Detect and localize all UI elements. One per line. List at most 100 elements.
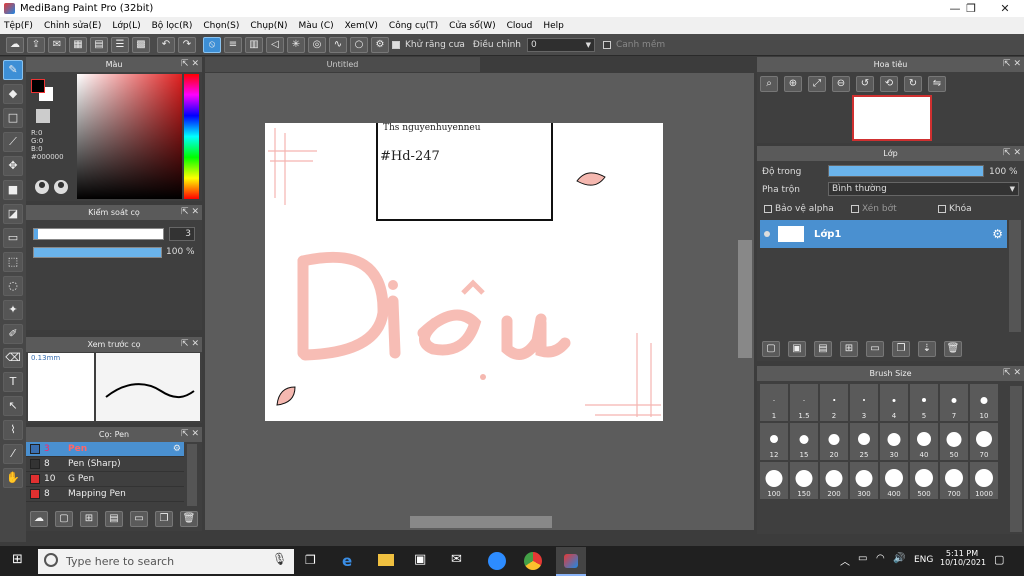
brush-size-option[interactable]: 5 — [910, 384, 938, 421]
brush-size-option[interactable]: 100 — [760, 462, 788, 499]
brush-size-option[interactable]: 12 — [760, 423, 788, 460]
panel-close-icon[interactable]: ⇱ ✕ — [181, 427, 199, 442]
add-layer-menu-icon[interactable]: ⊞ — [840, 341, 858, 357]
protect-alpha-checkbox[interactable] — [764, 205, 772, 213]
windows-start-icon[interactable]: ⊞ — [12, 553, 26, 567]
language-indicator[interactable]: ENG — [914, 555, 933, 565]
mail-icon[interactable]: ✉ — [451, 552, 462, 567]
clipping-checkbox[interactable] — [851, 205, 859, 213]
brush-item-pen-sharp[interactable]: 8 Pen (Sharp) — [26, 457, 184, 472]
trash-icon[interactable]: 🗑 — [180, 511, 198, 527]
redo-icon[interactable]: ↷ — [178, 36, 196, 53]
snap-off-icon[interactable]: ⦸ — [203, 36, 221, 53]
brush-settings-icon[interactable]: ▤ — [105, 511, 123, 527]
brush-size-option[interactable]: 1.5 — [790, 384, 818, 421]
notification-icon[interactable]: ▢ — [994, 553, 1004, 566]
magic-wand-icon[interactable]: ✦ — [3, 300, 23, 320]
comment-icon[interactable]: ✉ — [48, 36, 66, 53]
panel-close-icon[interactable]: ⇱ ✕ — [1003, 57, 1021, 72]
menu-file[interactable]: Tệp(F) — [4, 21, 33, 31]
swatch-icon[interactable]: ● — [54, 180, 68, 194]
document-icon[interactable]: ▤ — [90, 36, 108, 53]
brush-size-option[interactable]: 1000 — [970, 462, 998, 499]
volume-icon[interactable]: 🔊 — [893, 553, 905, 564]
vanish-snap-icon[interactable]: ◁ — [266, 36, 284, 53]
document-tab[interactable]: Untitled — [205, 57, 480, 72]
brush-size-option[interactable]: 20 — [820, 423, 848, 460]
brush-item-g-pen[interactable]: 10 G Pen — [26, 472, 184, 487]
grid-panel-icon[interactable]: ▦ — [69, 36, 87, 53]
menu-color[interactable]: Màu (C) — [299, 21, 334, 31]
brush-size-option[interactable]: 150 — [790, 462, 818, 499]
brush-size-option[interactable]: 400 — [880, 462, 908, 499]
task-view-icon[interactable]: ❐ — [305, 553, 316, 567]
fit-icon[interactable]: ⤢ — [808, 76, 826, 92]
microphone-icon[interactable]: 🎙 — [272, 552, 287, 566]
layer-visibility-icon[interactable] — [764, 231, 770, 237]
undo-icon[interactable]: ↶ — [157, 36, 175, 53]
duplicate-icon[interactable]: ❐ — [155, 511, 173, 527]
brush-size-option[interactable]: 40 — [910, 423, 938, 460]
brush-item-pen[interactable]: 3 Pen ⚙ — [26, 442, 184, 457]
chrome-icon[interactable] — [524, 552, 542, 570]
folder-icon[interactable]: ▭ — [130, 511, 148, 527]
brush-size-scrollbar[interactable] — [1010, 386, 1022, 532]
tray-chevron-icon[interactable]: ︿ — [840, 553, 850, 568]
dot-tool-icon[interactable]: □ — [3, 108, 23, 128]
horizontal-scrollbar[interactable] — [410, 516, 552, 528]
brush-opacity-slider[interactable] — [33, 247, 162, 258]
panel-close-icon[interactable]: ⇱ ✕ — [181, 205, 199, 220]
select-pen-icon[interactable]: ✐ — [3, 324, 23, 344]
snap-settings-icon[interactable]: ⚙ — [371, 36, 389, 53]
gradient-tool-icon[interactable]: ▭ — [3, 228, 23, 248]
color-picker-field[interactable] — [77, 74, 182, 199]
clipping-option[interactable]: Xén bớt — [851, 204, 897, 214]
snap-soft-checkbox[interactable] — [602, 40, 611, 49]
operation-tool-icon[interactable]: ↖ — [3, 396, 23, 416]
panel-close-icon[interactable]: ⇱ ✕ — [181, 57, 199, 72]
menu-capture[interactable]: Chụp(N) — [250, 21, 287, 31]
zoom-out-icon[interactable]: ⊖ — [832, 76, 850, 92]
brush-size-option[interactable]: 4 — [880, 384, 908, 421]
drawing-paper[interactable]: Ths nguyenhuyenneu #Hd-247 — [265, 123, 663, 421]
concentric-snap-icon[interactable]: ◎ — [308, 36, 326, 53]
menu-cloud[interactable]: Cloud — [507, 21, 533, 31]
brush-size-option[interactable]: 700 — [940, 462, 968, 499]
rotate-reset-icon[interactable]: ⟲ — [880, 76, 898, 92]
layer-opacity-slider[interactable] — [828, 165, 984, 177]
menu-view[interactable]: Xem(V) — [345, 21, 378, 31]
cross-snap-icon[interactable]: ▥ — [245, 36, 263, 53]
zoom-icon[interactable]: ⌕ — [760, 76, 778, 92]
parallel-snap-icon[interactable]: ≡ — [224, 36, 242, 53]
circle-snap-icon[interactable]: ○ — [350, 36, 368, 53]
brush-size-option[interactable]: 10 — [970, 384, 998, 421]
brush-list-scrollbar[interactable] — [187, 444, 197, 506]
list-icon[interactable]: ☰ — [111, 36, 129, 53]
brush-size-option[interactable]: 50 — [940, 423, 968, 460]
transparent-swatch[interactable] — [36, 109, 50, 123]
brush-size-option[interactable]: 300 — [850, 462, 878, 499]
protect-alpha-option[interactable]: Bảo vệ alpha — [764, 204, 834, 214]
menu-tools[interactable]: Công cụ(T) — [389, 21, 438, 31]
store-icon[interactable]: ▣ — [414, 552, 426, 567]
brush-size-option[interactable]: 7 — [940, 384, 968, 421]
taskbar-search-box[interactable]: Type here to search — [38, 549, 294, 574]
new-brush-icon[interactable]: ▢ — [55, 511, 73, 527]
tiles-icon[interactable]: ▩ — [132, 36, 150, 53]
duplicate-layer-icon[interactable]: ❐ — [892, 341, 910, 357]
fill-shape-tool-icon[interactable]: ■ — [3, 180, 23, 200]
cloud-icon[interactable]: ☁ — [6, 36, 24, 53]
lock-checkbox[interactable] — [938, 205, 946, 213]
restore-icon[interactable]: ❐ — [954, 0, 988, 17]
navigator-thumbnail[interactable] — [852, 95, 932, 141]
brush-size-option[interactable]: 70 — [970, 423, 998, 460]
brush-size-option[interactable]: 25 — [850, 423, 878, 460]
brush-size-value[interactable]: 3 — [169, 227, 195, 241]
divide-tool-icon[interactable]: ⌇ — [3, 420, 23, 440]
panel-close-icon[interactable]: ⇱ ✕ — [1003, 366, 1021, 381]
lock-option[interactable]: Khóa — [938, 204, 972, 214]
menu-filter[interactable]: Bộ lọc(R) — [152, 21, 193, 31]
blend-mode-select[interactable]: Bình thường ▼ — [828, 182, 1019, 196]
brush-tool-icon[interactable]: ✎ — [3, 60, 23, 80]
bucket-tool-icon[interactable]: ◪ — [3, 204, 23, 224]
